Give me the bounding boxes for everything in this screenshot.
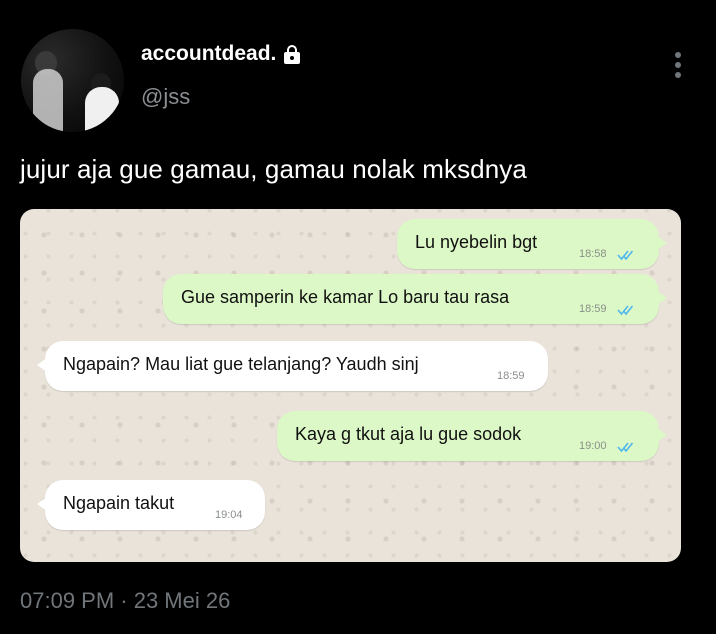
user-handle[interactable]: @jss <box>141 84 190 110</box>
message-text: Kaya g tkut aja lu gue sodok <box>295 424 522 444</box>
message-time: 19:04 <box>215 509 243 521</box>
chat-message-incoming: Ngapain? Mau liat gue telanjang? Yaudh s… <box>37 341 548 391</box>
read-ticks-icon <box>617 305 634 316</box>
message-text: Ngapain? Mau liat gue telanjang? Yaudh s… <box>63 354 419 374</box>
tweet-timestamp[interactable]: 07:09 PM · 23 Mei 26 <box>20 588 230 614</box>
chat-message-outgoing: Gue samperin ke kamar Lo baru tau rasa 1… <box>163 274 667 324</box>
tweet-text: jujur aja gue gamau, gamau nolak mksdnya <box>20 154 527 184</box>
display-name-row[interactable]: accountdead. <box>141 42 302 66</box>
more-options-icon[interactable] <box>670 52 686 78</box>
chat-message-outgoing: Lu nyebelin bgt 18:58 <box>397 219 667 269</box>
chat-screenshot[interactable]: Lu nyebelin bgt 18:58 Gue samperin ke ka… <box>20 209 681 562</box>
avatar-figure <box>33 69 63 132</box>
message-time: 19:00 <box>579 440 607 452</box>
chat-message-incoming: Ngapain takut 19:04 <box>37 480 265 530</box>
read-ticks-icon <box>617 250 634 261</box>
chat-message-outgoing: Kaya g tkut aja lu gue sodok 19:00 <box>277 411 667 461</box>
message-text: Ngapain takut <box>63 493 175 513</box>
message-text: Lu nyebelin bgt <box>415 232 538 252</box>
read-ticks-icon <box>617 442 634 453</box>
avatar-figure <box>85 87 119 132</box>
message-time: 18:58 <box>579 248 607 260</box>
message-text: Gue samperin ke kamar Lo baru tau rasa <box>181 287 510 307</box>
avatar[interactable] <box>21 29 124 132</box>
display-name[interactable]: accountdead. <box>141 42 276 66</box>
message-time: 18:59 <box>579 303 607 315</box>
lock-icon <box>282 44 302 64</box>
message-time: 18:59 <box>497 370 525 382</box>
